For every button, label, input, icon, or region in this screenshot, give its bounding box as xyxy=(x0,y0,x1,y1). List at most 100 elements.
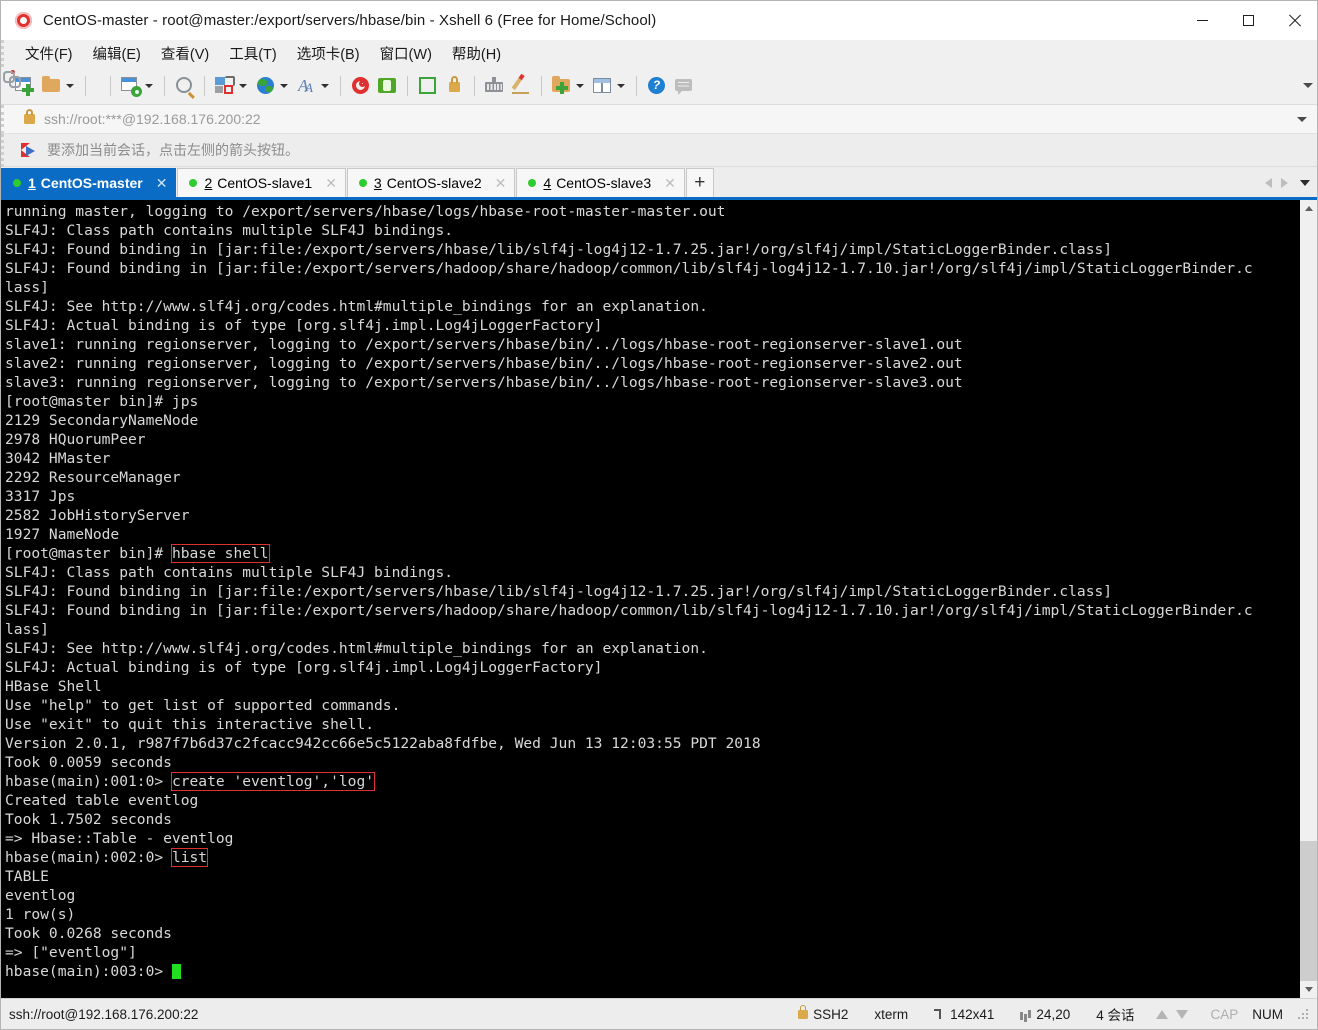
link-icon xyxy=(3,70,21,88)
terminal-line: [root@master bin]# hbase shell xyxy=(5,544,1299,563)
scroll-up-button[interactable] xyxy=(1300,200,1317,217)
close-icon[interactable]: ✕ xyxy=(325,175,337,192)
terminal-line: => Hbase::Table - eventlog xyxy=(5,830,234,847)
menu-tools[interactable]: 工具(T) xyxy=(220,40,286,67)
help-button[interactable]: ? xyxy=(643,71,670,101)
terminal-line: 3317 Jps xyxy=(5,488,76,505)
scroll-down-button[interactable] xyxy=(1300,981,1317,998)
tab-list-icon[interactable] xyxy=(1300,179,1310,186)
new-tab-button[interactable]: + xyxy=(685,168,714,197)
status-position-label: 24,20 xyxy=(1036,1006,1071,1022)
info-bar-message: 要添加当前会话，点击左侧的箭头按钮。 xyxy=(47,142,299,158)
terminal-scrollbar[interactable] xyxy=(1299,200,1317,998)
toolbar-divider xyxy=(110,75,111,96)
fullscreen-icon xyxy=(417,75,438,96)
web-browser-button[interactable] xyxy=(252,71,293,101)
chevron-down-icon[interactable] xyxy=(321,83,329,88)
fullscreen-button[interactable] xyxy=(414,71,441,101)
menu-tabs[interactable]: 选项卡(B) xyxy=(288,40,369,67)
arrange-panes-button[interactable] xyxy=(589,71,630,101)
terminal-line: hbase(main):003:0> xyxy=(5,962,1299,981)
terminal-line: 3042 HMaster xyxy=(5,450,111,467)
close-button[interactable] xyxy=(1271,1,1317,40)
terminal-line: 1927 NameNode xyxy=(5,526,120,543)
chevron-down-icon[interactable] xyxy=(576,83,584,88)
toolbar-divider xyxy=(164,75,165,96)
connection-status-dot xyxy=(528,179,537,187)
status-terminal-type: xterm xyxy=(874,1006,909,1022)
feedback-button[interactable] xyxy=(670,71,697,101)
tab-scroll-left-icon[interactable] xyxy=(1265,177,1272,188)
find-button[interactable] xyxy=(171,71,198,101)
tab-centos-slave2[interactable]: 3 CentOS-slave2 ✕ xyxy=(346,168,516,197)
status-size: 142x41 xyxy=(934,1007,994,1022)
resize-grip[interactable] xyxy=(1297,1008,1309,1020)
session-properties-button[interactable] xyxy=(117,71,158,101)
keyboard-button[interactable] xyxy=(481,71,508,101)
highlight-button[interactable] xyxy=(508,71,535,101)
menu-view[interactable]: 查看(V) xyxy=(152,40,218,67)
menu-window[interactable]: 窗口(W) xyxy=(371,40,441,67)
window-title: CentOS-master - root@master:/export/serv… xyxy=(43,12,657,29)
reconnect-button[interactable] xyxy=(3,71,104,101)
terminal-line: 1 row(s) xyxy=(5,906,76,923)
chevron-down-icon[interactable] xyxy=(617,83,625,88)
maximize-button[interactable] xyxy=(1225,1,1271,40)
terminal-screen[interactable]: running master, logging to /export/serve… xyxy=(1,200,1299,998)
menu-bar: 文件(F) 编辑(E) 查看(V) 工具(T) 选项卡(B) 窗口(W) 帮助(… xyxy=(1,40,1317,67)
lock-icon xyxy=(444,75,465,96)
tab-centos-slave3[interactable]: 4 CentOS-slave3 ✕ xyxy=(516,168,685,197)
web-browser-icon xyxy=(255,75,276,96)
scrollbar-track[interactable] xyxy=(1300,217,1317,981)
terminal-output: running master, logging to /export/serve… xyxy=(5,202,1299,981)
toolbar-overflow-button[interactable] xyxy=(1303,67,1313,104)
green-box-icon xyxy=(377,75,398,96)
chevron-down-icon[interactable] xyxy=(280,83,288,88)
open-folder-icon xyxy=(41,75,62,96)
terminal-line: 2978 HQuorumPeer xyxy=(5,431,146,448)
xftp-button[interactable] xyxy=(374,71,401,101)
chevron-down-icon xyxy=(1304,987,1313,992)
close-icon[interactable]: ✕ xyxy=(664,175,676,192)
minimize-button[interactable] xyxy=(1179,1,1225,40)
terminal-line: slave2: running regionserver, logging to… xyxy=(5,355,963,372)
tab-label: CentOS-slave1 xyxy=(217,175,313,191)
resize-icon xyxy=(934,1008,945,1020)
open-session-button[interactable] xyxy=(38,71,79,101)
menu-edit[interactable]: 编辑(E) xyxy=(84,40,150,67)
chevron-down-icon[interactable] xyxy=(66,83,74,88)
search-icon xyxy=(174,75,195,96)
lock-session-button[interactable] xyxy=(441,71,468,101)
tab-centos-slave1[interactable]: 2 CentOS-slave1 ✕ xyxy=(177,168,346,197)
xshell-tools-button[interactable] xyxy=(347,71,374,101)
font-button[interactable]: AA xyxy=(293,71,334,101)
address-dropdown-button[interactable] xyxy=(1297,105,1307,133)
terminal-line: slave3: running regionserver, logging to… xyxy=(5,374,963,391)
terminal-line: SLF4J: See http://www.slf4j.org/codes.ht… xyxy=(5,298,708,315)
font-icon: AA xyxy=(298,76,313,95)
tab-index: 4 xyxy=(543,175,552,191)
chevron-down-icon[interactable] xyxy=(145,83,153,88)
status-bar: ssh://root@192.168.176.200:22 SSH2 xterm… xyxy=(1,998,1317,1029)
new-folder-button[interactable] xyxy=(548,71,589,101)
menu-help[interactable]: 帮助(H) xyxy=(443,40,510,67)
file-transfer-button[interactable] xyxy=(211,71,252,101)
arrow-down-icon[interactable] xyxy=(1176,1009,1189,1019)
close-icon[interactable]: ✕ xyxy=(156,175,168,192)
arrow-up-icon[interactable] xyxy=(1156,1009,1169,1019)
cursor-position-icon xyxy=(1020,1009,1031,1020)
terminal-line: Created table eventlog xyxy=(5,792,199,809)
tab-scroll-right-icon[interactable] xyxy=(1281,177,1288,188)
close-icon[interactable]: ✕ xyxy=(495,175,507,192)
toolbar-divider xyxy=(474,75,475,96)
menu-file[interactable]: 文件(F) xyxy=(16,40,82,67)
scrollbar-thumb[interactable] xyxy=(1300,841,1317,981)
tab-index: 3 xyxy=(373,175,382,191)
new-folder-icon xyxy=(551,75,572,96)
address-bar[interactable]: ssh://root:***@192.168.176.200:22 xyxy=(1,105,1317,134)
transfer-icon xyxy=(214,75,235,96)
tab-centos-master[interactable]: 1 CentOS-master ✕ xyxy=(1,168,177,197)
toolbar-divider xyxy=(204,75,205,96)
tab-label: CentOS-master xyxy=(40,175,143,191)
chevron-down-icon[interactable] xyxy=(239,83,247,88)
